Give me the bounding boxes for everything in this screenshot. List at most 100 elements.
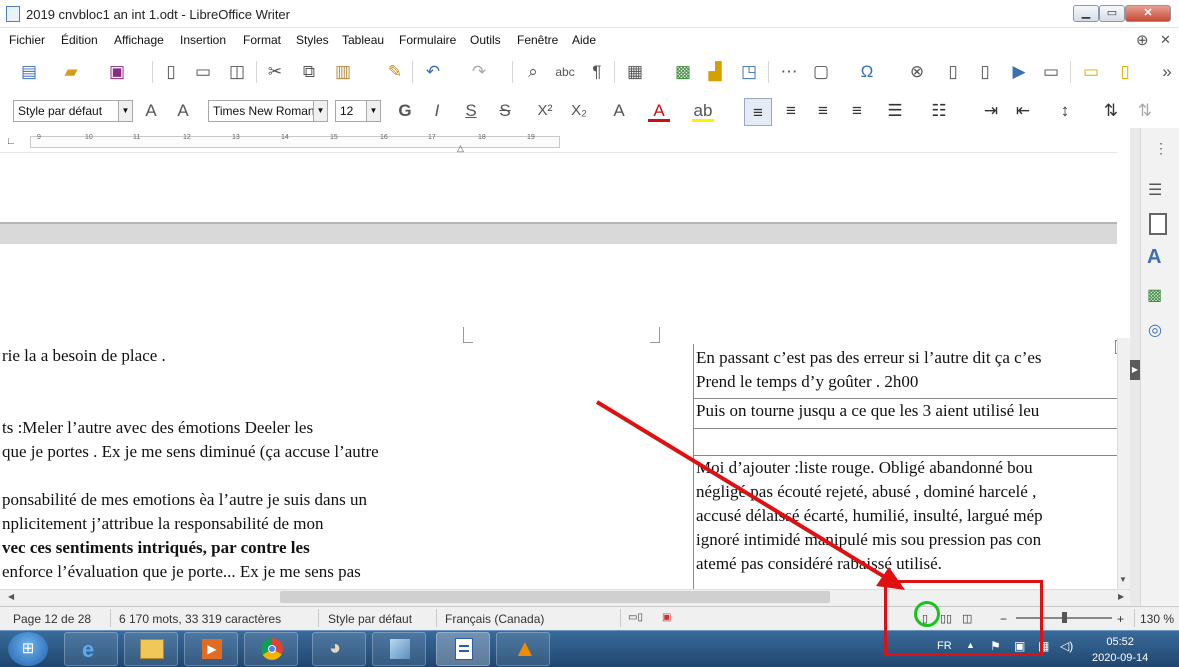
- highlight-color-icon[interactable]: ab: [692, 100, 714, 122]
- increase-indent-icon[interactable]: ⇥: [980, 100, 1002, 122]
- update-style-icon[interactable]: A: [140, 100, 162, 122]
- align-right-icon[interactable]: ≡: [812, 100, 834, 122]
- redo-icon[interactable]: ↷: [468, 61, 490, 83]
- word-count[interactable]: 6 170 mots, 33 319 caractères: [119, 612, 281, 626]
- page-break-icon[interactable]: ⋯: [778, 61, 800, 83]
- print-icon[interactable]: ▭: [192, 61, 214, 83]
- clone-formatting-icon[interactable]: ✎: [384, 61, 406, 83]
- styles-icon[interactable]: A: [1147, 246, 1161, 269]
- menu-format[interactable]: Format: [243, 33, 281, 47]
- page-style[interactable]: Style par défaut: [328, 612, 412, 626]
- export-pdf-icon[interactable]: ▯: [160, 61, 182, 83]
- menu-outils[interactable]: Outils: [470, 33, 501, 47]
- menu-styles[interactable]: Styles: [296, 33, 329, 47]
- bold-icon[interactable]: G: [394, 100, 416, 122]
- taskbar-paint-icon[interactable]: ◕: [312, 632, 366, 666]
- subscript-icon[interactable]: X₂: [568, 100, 590, 122]
- doc-line[interactable]: atemé pas considéré rabaissé utilisé.: [696, 554, 942, 574]
- menu-tableau[interactable]: Tableau: [342, 33, 384, 47]
- paragraph-style-select[interactable]: Style par défaut ▼: [13, 100, 133, 122]
- undo-icon[interactable]: ↶: [422, 61, 444, 83]
- save-icon[interactable]: ▣: [106, 61, 128, 83]
- font-size-select[interactable]: 12 ▼: [335, 100, 381, 122]
- menu-affichage[interactable]: Affichage: [114, 33, 164, 47]
- decrease-spacing-icon[interactable]: ⇅: [1134, 100, 1156, 122]
- copy-icon[interactable]: ⧉: [298, 61, 320, 83]
- menu-formulaire[interactable]: Formulaire: [399, 33, 456, 47]
- insert-image-icon[interactable]: ▩: [672, 61, 694, 83]
- insert-chart-icon[interactable]: ▟: [704, 61, 726, 83]
- horizontal-scroll-thumb[interactable]: [280, 591, 830, 603]
- chevron-down-icon[interactable]: ▼: [313, 101, 327, 121]
- zoom-in-button[interactable]: +: [1117, 612, 1124, 626]
- gallery-icon[interactable]: ▩: [1147, 285, 1162, 305]
- doc-line[interactable]: ignoré intimidé manipulé mis sou pressio…: [696, 530, 1041, 550]
- print-preview-icon[interactable]: ◫: [226, 61, 248, 83]
- doc-line[interactable]: ponsabilité de mes emotions èa l’autre j…: [2, 490, 367, 510]
- justify-icon[interactable]: ≡: [846, 100, 868, 122]
- menu-aide[interactable]: Aide: [572, 33, 596, 47]
- chevron-down-icon[interactable]: ▼: [366, 101, 380, 121]
- close-document-icon[interactable]: ✕: [1160, 32, 1171, 48]
- strikethrough-icon[interactable]: S: [494, 100, 516, 122]
- increase-spacing-icon[interactable]: ⇅: [1100, 100, 1122, 122]
- doc-line[interactable]: Prend le temps d’y goûter . 2h00: [696, 372, 918, 392]
- scroll-down-icon[interactable]: ▼: [1119, 575, 1127, 584]
- volume-icon[interactable]: ◁): [1060, 639, 1073, 653]
- superscript-icon[interactable]: X²: [534, 100, 556, 122]
- taskbar-writer-icon[interactable]: [436, 632, 490, 666]
- scroll-left-icon[interactable]: ◀: [8, 592, 14, 601]
- doc-line[interactable]: En passant c’est pas des erreur si l’aut…: [696, 348, 1042, 368]
- endnote-icon[interactable]: ▯: [974, 61, 996, 83]
- align-center-icon[interactable]: ≡: [780, 100, 802, 122]
- vertical-scrollbar[interactable]: [1117, 338, 1130, 591]
- doc-line[interactable]: accusé délaissé écarté, humilié, insulté…: [696, 506, 1043, 526]
- chevron-down-icon[interactable]: ▼: [118, 101, 132, 121]
- taskbar-chrome-icon[interactable]: [244, 632, 298, 666]
- formatting-marks-icon[interactable]: ¶: [586, 61, 608, 83]
- doc-line[interactable]: ts :Meler l’autre avec des émotions Deel…: [2, 418, 313, 438]
- menu-fenetre[interactable]: Fenêtre: [517, 33, 558, 47]
- bookmark-icon[interactable]: ▶: [1008, 61, 1030, 83]
- align-left-icon[interactable]: ≡: [744, 98, 772, 126]
- italic-icon[interactable]: I: [426, 100, 448, 122]
- line-spacing-icon[interactable]: ↕: [1054, 100, 1076, 122]
- tab-stop-icon[interactable]: ∟: [6, 136, 16, 147]
- close-button[interactable]: ✕: [1125, 5, 1171, 22]
- font-color-icon[interactable]: A: [648, 100, 670, 122]
- font-name-select[interactable]: Times New Roman ▼: [208, 100, 328, 122]
- doc-line[interactable]: Puis on tourne jusqu a ce que les 3 aien…: [696, 401, 1039, 421]
- insert-field-icon[interactable]: ▢: [810, 61, 832, 83]
- menu-fichier[interactable]: Fichier: [9, 33, 45, 47]
- document-modified-icon[interactable]: ▣: [662, 612, 671, 623]
- scroll-right-icon[interactable]: ▶: [1118, 592, 1124, 601]
- maximize-button[interactable]: ▭: [1099, 5, 1125, 22]
- bullet-list-icon[interactable]: ☰: [884, 100, 906, 122]
- horizontal-ruler[interactable]: ∟ 9 10 11 12 13 14 15 16 17 18 19 △: [0, 133, 1117, 153]
- spelling-icon[interactable]: abc: [554, 61, 576, 83]
- comment-icon[interactable]: ▭: [1080, 61, 1102, 83]
- cross-reference-icon[interactable]: ▭: [1040, 61, 1062, 83]
- taskbar-media-icon[interactable]: ▶: [184, 632, 238, 666]
- cut-icon[interactable]: ✂: [264, 61, 286, 83]
- selection-mode-icon[interactable]: ▭▯: [628, 612, 643, 623]
- underline-icon[interactable]: S: [460, 100, 482, 122]
- taskbar-app-icon[interactable]: [372, 632, 426, 666]
- sidebar-toggle-icon[interactable]: ▶: [1130, 360, 1140, 380]
- hyperlink-icon[interactable]: ⊗: [906, 61, 928, 83]
- zoom-level[interactable]: 130 %: [1140, 612, 1174, 626]
- start-button[interactable]: ⊞: [8, 632, 48, 666]
- language[interactable]: Français (Canada): [445, 612, 544, 626]
- indent-marker-icon[interactable]: △: [457, 143, 464, 154]
- properties-icon[interactable]: ☰: [1148, 180, 1162, 200]
- special-character-icon[interactable]: Ω: [856, 61, 878, 83]
- open-folder-icon[interactable]: ▰: [60, 61, 82, 83]
- navigator-icon[interactable]: ◎: [1148, 320, 1162, 340]
- doc-line[interactable]: vec ces sentiments intriqués, par contre…: [2, 538, 310, 558]
- sidebar-menu-icon[interactable]: ⋮: [1154, 140, 1168, 157]
- taskbar-explorer-icon[interactable]: [124, 632, 178, 666]
- doc-line[interactable]: nplicitement j’attribue la responsabilit…: [2, 514, 324, 534]
- taskbar-vlc-icon[interactable]: ▲: [496, 632, 550, 666]
- minimize-button[interactable]: ▁: [1073, 5, 1099, 22]
- globe-icon[interactable]: ⊕: [1136, 31, 1149, 49]
